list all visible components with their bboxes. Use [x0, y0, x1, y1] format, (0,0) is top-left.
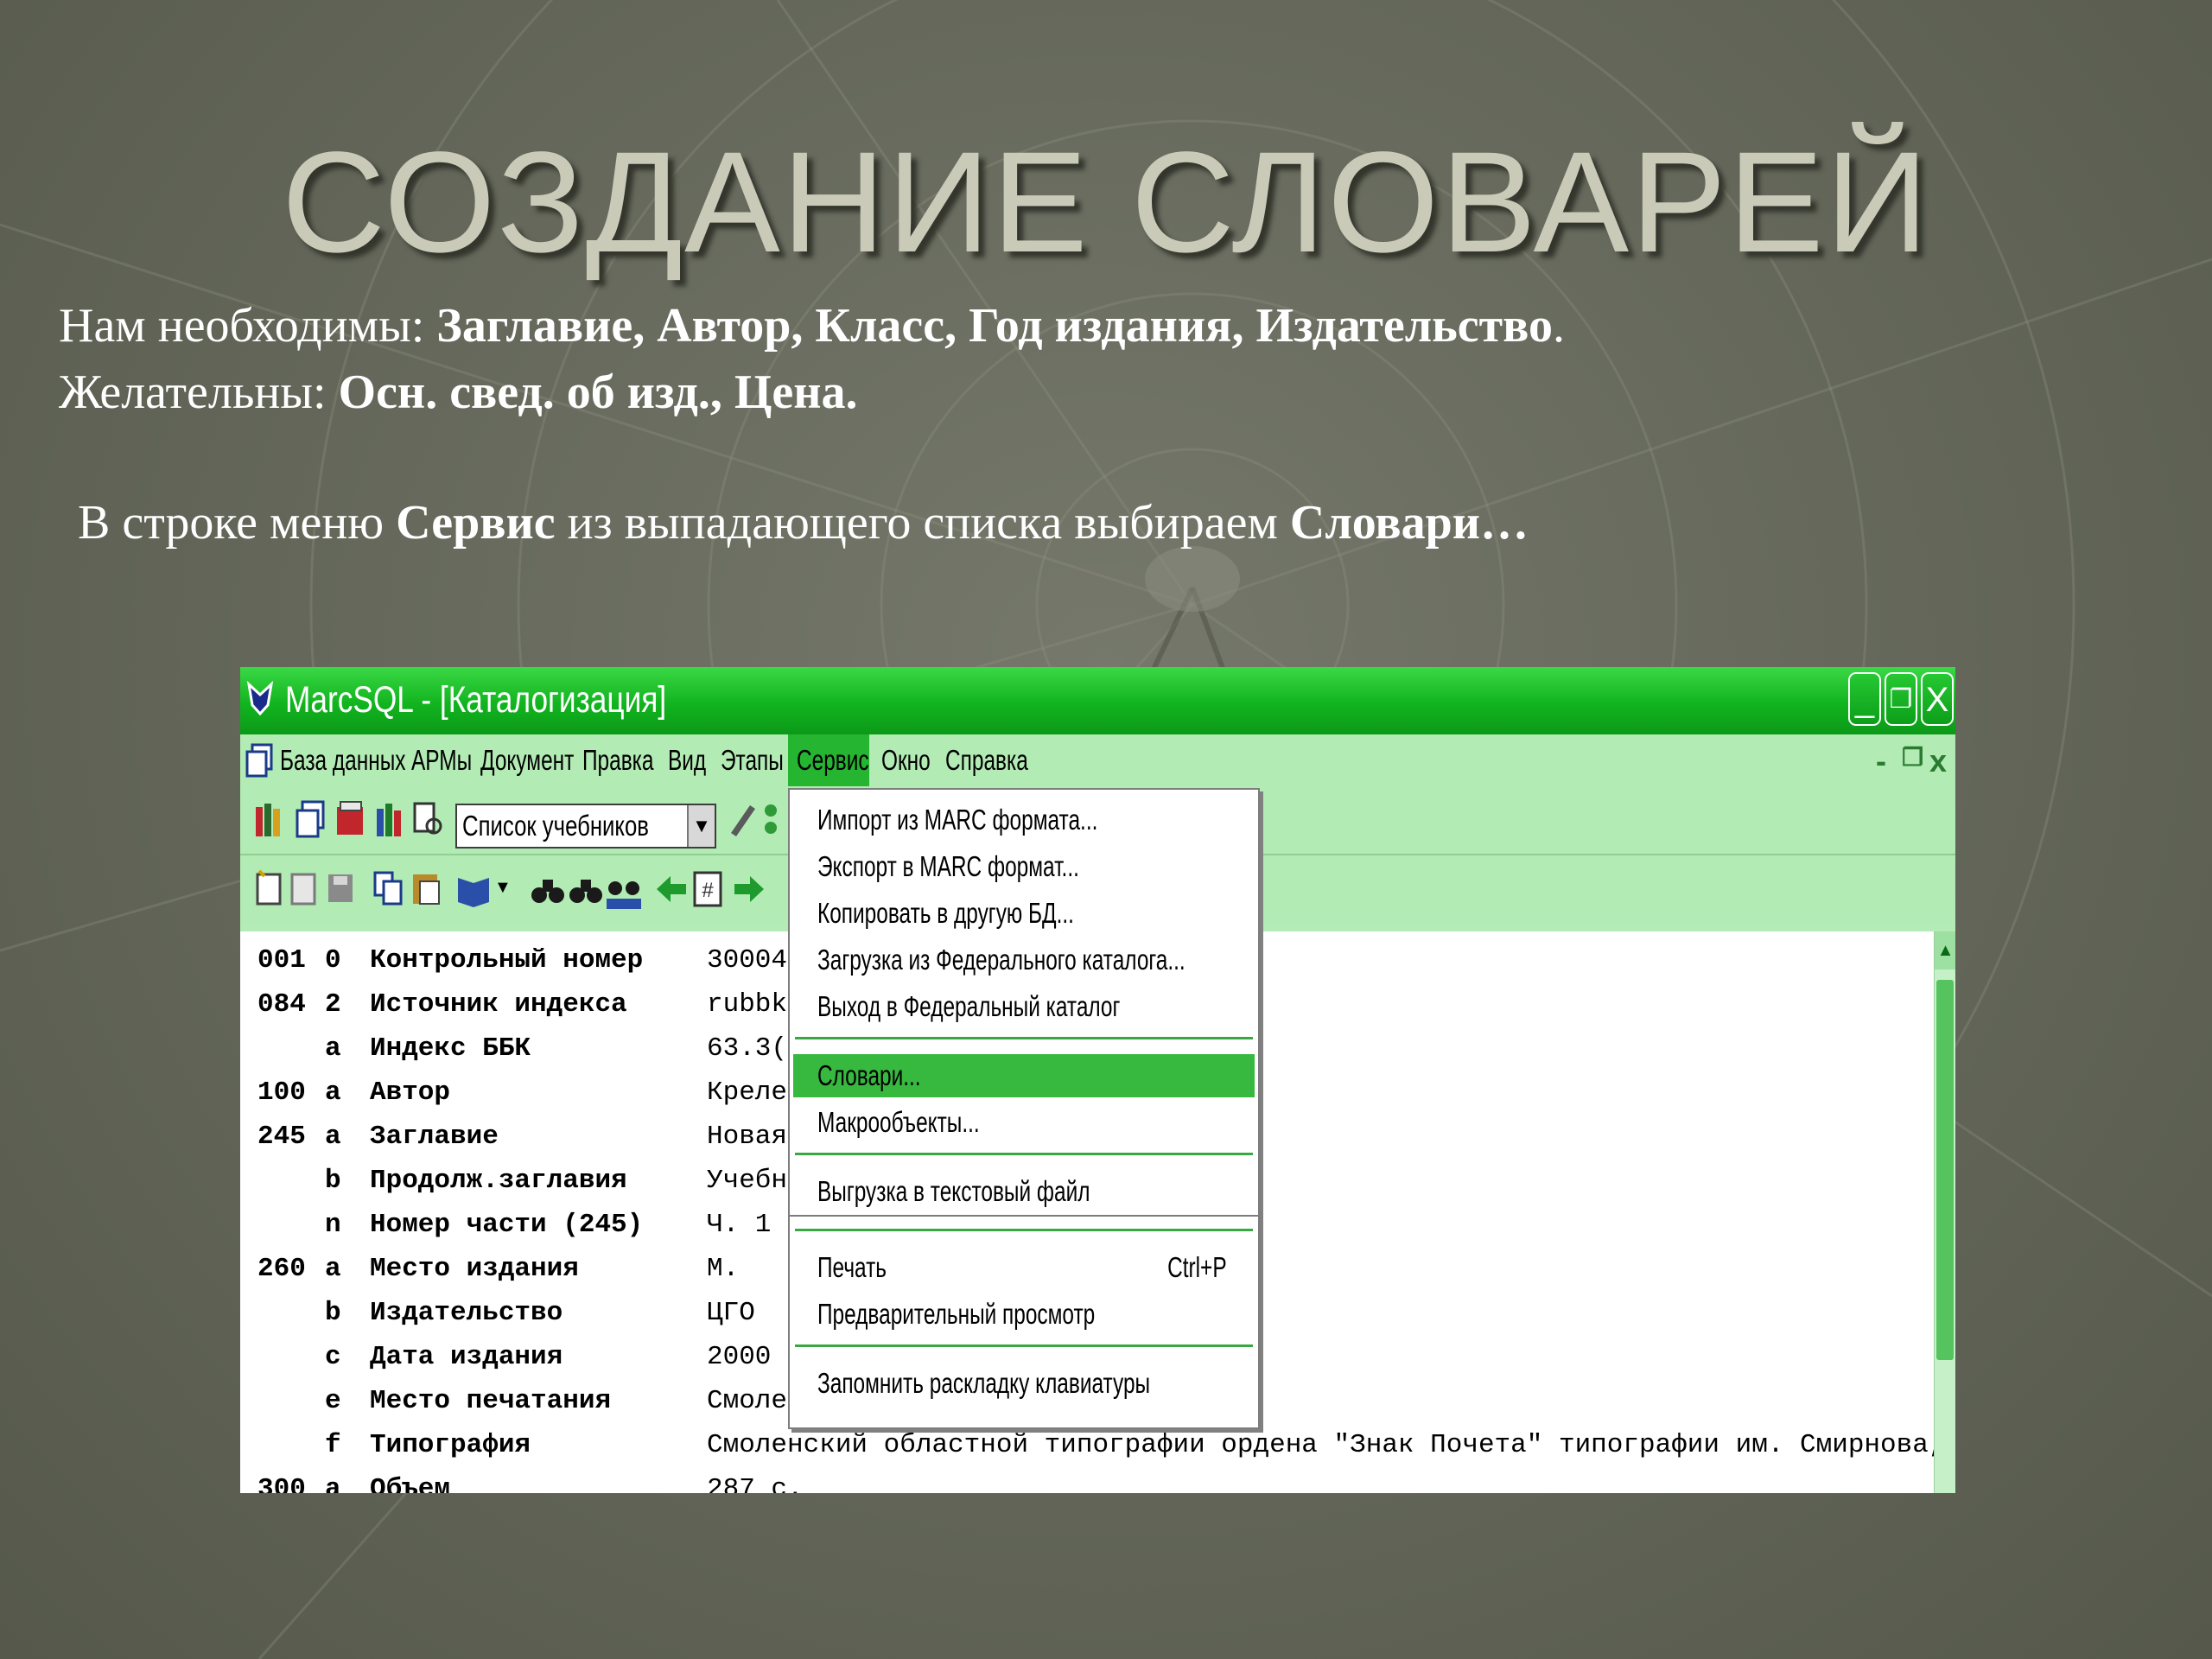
required-prefix: Нам необходимы: — [59, 299, 437, 353]
menu-item-copy-db[interactable]: Копировать в другую БД... — [793, 892, 1255, 935]
vertical-scrollbar[interactable]: ▲ — [1934, 931, 1955, 1493]
menu-stages[interactable]: Этапы — [721, 734, 784, 786]
desirable-fields: Осн. свед. об изд., Цена. — [338, 365, 858, 419]
instruction-part1: В строке меню — [78, 496, 397, 550]
list-select-value: Список учебников — [462, 810, 649, 842]
arrow-right-icon[interactable] — [729, 868, 767, 911]
chevron-down-icon[interactable]: ▼ — [687, 805, 715, 847]
menu-item-import-marc[interactable]: Импорт из MARC формата... — [793, 798, 1255, 842]
binoculars-next-icon[interactable] — [567, 868, 605, 911]
instruction-line: В строке меню Сервис из выпадающего спис… — [78, 495, 1529, 550]
mdi-restore-icon[interactable]: ❐ — [1902, 743, 1923, 772]
menu-separator — [795, 1229, 1253, 1231]
save-icon[interactable] — [321, 868, 359, 911]
new-record-icon[interactable] — [251, 868, 289, 911]
binoculars-icon[interactable] — [529, 868, 567, 911]
arrow-left-icon[interactable] — [653, 868, 691, 911]
menu-item-print-preview[interactable]: Предварительный просмотр — [793, 1293, 1255, 1336]
books-icon[interactable] — [252, 798, 290, 842]
scrollbar-thumb[interactable] — [1936, 980, 1954, 1360]
book-open-icon[interactable] — [454, 868, 493, 911]
menu-service[interactable]: Сервис — [797, 734, 869, 786]
minimize-button[interactable]: _ — [1848, 672, 1881, 726]
documents-icon[interactable] — [292, 798, 330, 842]
list-select[interactable]: Список учебников ▼ — [455, 804, 716, 849]
instruction-menu-name: Сервис — [396, 496, 556, 550]
restore-button[interactable]: ❐ — [1885, 672, 1917, 726]
menu-separator — [795, 1344, 1253, 1347]
instruction-part2: из выпадающего списка выбираем — [555, 496, 1290, 550]
catalog-icon[interactable] — [332, 798, 370, 842]
menu-item-print[interactable]: Печать Ctrl+P — [793, 1246, 1255, 1289]
desirable-fields-line: Желательны: Осн. свед. об изд., Цена. — [59, 365, 858, 420]
search-book-icon[interactable] — [410, 798, 448, 842]
required-suffix: . — [1553, 299, 1566, 353]
scroll-up-icon[interactable]: ▲ — [1935, 931, 1955, 969]
menu-view[interactable]: Вид — [668, 734, 706, 786]
mdi-close-icon[interactable]: x — [1929, 743, 1947, 779]
menu-item-dictionaries[interactable]: Словари... — [793, 1054, 1255, 1097]
menu-database[interactable]: База данных — [280, 734, 405, 786]
copy-icon[interactable] — [370, 868, 408, 911]
close-button[interactable]: X — [1921, 672, 1954, 726]
service-dropdown-menu-lower: Печать Ctrl+P Предварительный просмотр За… — [788, 1217, 1260, 1429]
menu-item-federal-exit[interactable]: Выход в Федеральный каталог — [793, 985, 1255, 1028]
shelf-books-icon[interactable] — [372, 798, 410, 842]
menu-help[interactable]: Справка — [945, 734, 1028, 786]
menu-bar: База данных АРМы Документ Правка Вид Эта… — [240, 734, 1955, 786]
menu-separator — [795, 1037, 1253, 1039]
service-dropdown-menu: Импорт из MARC формата... Экспорт в MARC… — [788, 788, 1260, 1217]
menu-item-export-marc[interactable]: Экспорт в MARC формат... — [793, 845, 1255, 888]
required-fields-line: Нам необходимы: Заглавие, Автор, Класс, … — [59, 298, 1565, 353]
menu-separator — [795, 1153, 1253, 1155]
desirable-prefix: Желательны: — [59, 365, 339, 419]
edit-record-icon[interactable] — [285, 868, 323, 911]
menu-window[interactable]: Окно — [881, 734, 931, 786]
instruction-item-name: Словари… — [1289, 496, 1529, 550]
mdi-minimize-icon[interactable]: - — [1876, 743, 1886, 779]
menu-item-export-text[interactable]: Выгрузка в текстовый файл — [793, 1170, 1255, 1213]
required-fields: Заглавие, Автор, Класс, Год издания, Изд… — [436, 299, 1554, 353]
menu-item-federal-load[interactable]: Загрузка из Федерального каталога... — [793, 938, 1255, 982]
title-bar[interactable]: MarcSQL - [Каталогизация] _ ❐ X — [240, 667, 1955, 734]
menu-document[interactable]: Документ — [480, 734, 574, 786]
menu-item-macro-objects[interactable]: Макрообъекты... — [793, 1101, 1255, 1144]
menu-item-keyboard-layout[interactable]: Запомнить раскладку клавиатуры — [793, 1362, 1255, 1405]
paste-icon[interactable] — [408, 868, 446, 911]
chevron-down-icon[interactable]: ▼ — [494, 878, 512, 898]
menu-arms[interactable]: АРМы — [411, 734, 472, 786]
binoculars-all-icon[interactable] — [605, 868, 643, 911]
menu-edit[interactable]: Правка — [582, 734, 653, 786]
app-logo-icon — [246, 680, 274, 716]
slide-title: СОЗДАНИЕ СЛОВАРЕЙ — [282, 123, 1930, 283]
document-icon — [245, 743, 273, 778]
hash-icon[interactable]: # — [690, 868, 728, 911]
svg-text:#: # — [702, 879, 714, 902]
pen-icon[interactable] — [724, 798, 762, 842]
window-title: MarcSQL - [Каталогизация] — [285, 679, 667, 721]
